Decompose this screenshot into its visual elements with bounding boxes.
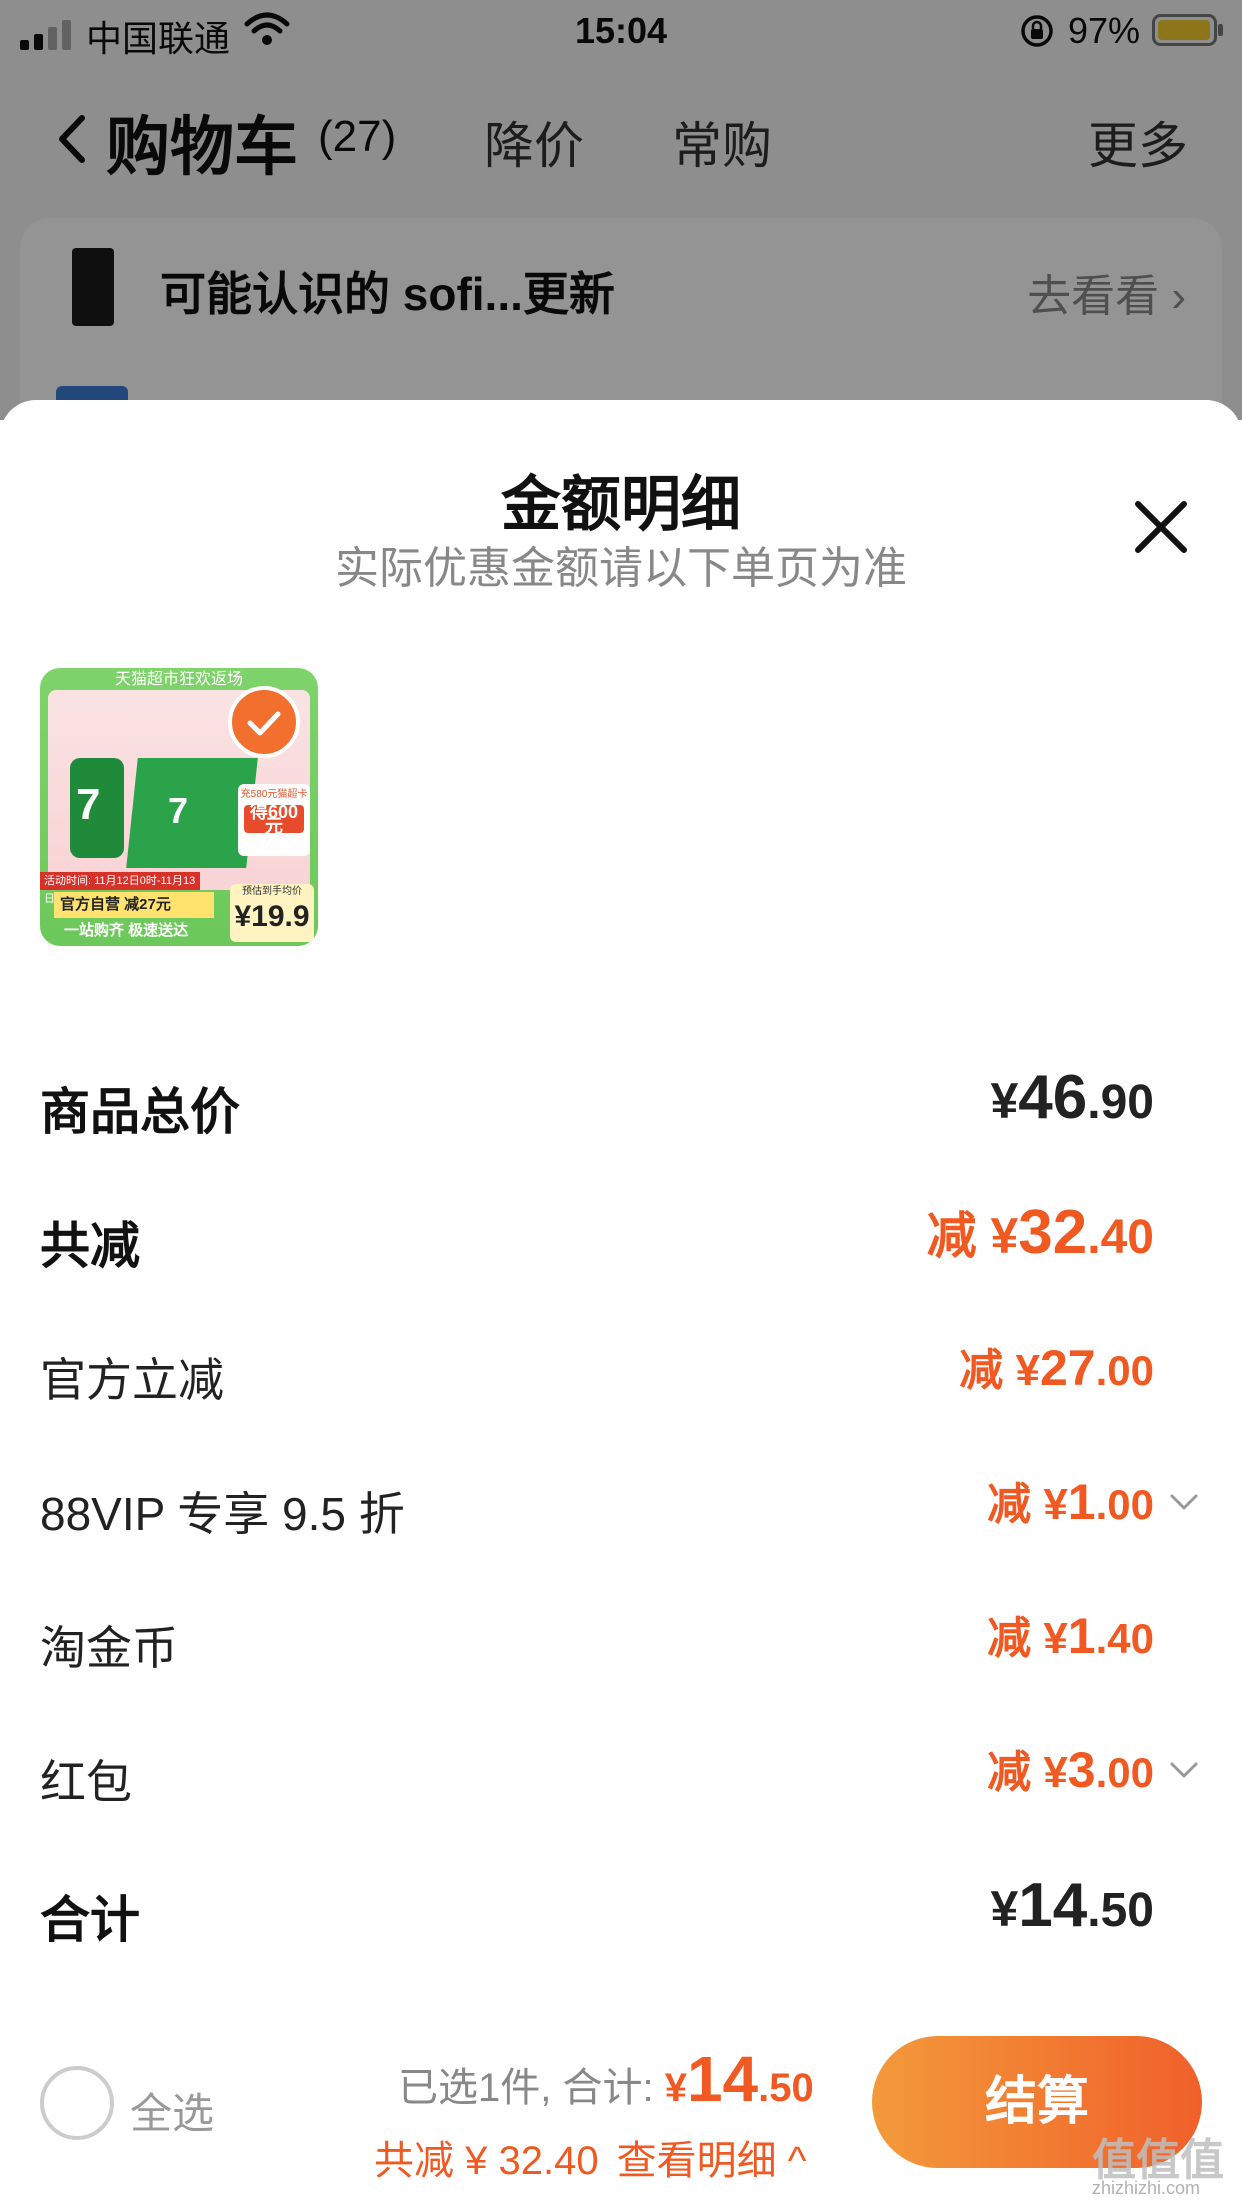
selection-summary-prefix: 已选1件, 合计: [398, 2066, 665, 2110]
product-image[interactable]: 天猫超市狂欢返场 7 7 充580元猫超卡 得600元 活动时间: 11月12日… [40, 668, 318, 946]
row-subtotal: 商品总价 ¥46.90 [40, 1062, 1202, 1142]
subtotal-value: ¥46.90 [990, 1063, 1154, 1132]
estimated-price-tag: 预估到手均价 ¥19.9 [230, 884, 314, 942]
amount-detail-sheet: 金额明细 实际优惠金额请以下单页为准 天猫超市狂欢返场 7 7 充580元猫超卡… [0, 400, 1242, 2208]
vip-discount-label: 88VIP 专享 9.5 折 [40, 1488, 405, 1540]
selection-summary: 已选1件, 合计: ¥14.50 [398, 2042, 814, 2116]
row-vip-discount[interactable]: 88VIP 专享 9.5 折 减 ¥1.00 [40, 1468, 1202, 1548]
chevron-down-icon[interactable] [1166, 1484, 1202, 1520]
checkout-footer: 全选 已选1件, 合计: ¥14.50 共减 ¥ 32.40 查看明细 ^ 结算 [0, 2020, 1242, 2208]
deal-label: 官方自营 减27元 [54, 892, 214, 918]
red-packet-label: 红包 [40, 1756, 132, 1808]
slogan-label: 一站购齐 极速送达 [64, 922, 189, 939]
gift-card-value: 得600元 [244, 803, 304, 835]
row-coins: 淘金币 减 ¥1.40 [40, 1602, 1202, 1682]
footer-total-minor: .50 [758, 2066, 814, 2110]
view-detail-link[interactable]: 查看明细 ^ [617, 2139, 807, 2183]
row-total-reduce: 共减 减 ¥32.40 [40, 1196, 1202, 1276]
selected-check[interactable] [228, 686, 300, 758]
check-icon [247, 711, 281, 736]
sheet-title: 金额明细 [501, 471, 741, 538]
total-reduce-label: 共减 [40, 1218, 140, 1274]
reduce-summary: 共减 ¥ 32.40 查看明细 ^ [374, 2128, 806, 2186]
reduce-summary-text: 共减 ¥ 32.40 [374, 2139, 599, 2183]
select-all-radio[interactable] [40, 2066, 114, 2140]
modal-overlay[interactable] [0, 0, 1242, 420]
sheet-subtitle: 实际优惠金额请以下单页为准 [335, 544, 907, 593]
close-icon[interactable] [1130, 496, 1192, 558]
official-discount-label: 官方立减 [40, 1354, 224, 1406]
event-time-strip: 活动时间: 11月12日0时-11月13日24时 [40, 872, 200, 905]
red-packet-value: 减 ¥3.00 [987, 1742, 1154, 1798]
row-official-discount: 官方立减 减 ¥27.00 [40, 1334, 1202, 1414]
gift-card-promo: 充580元猫超卡 得600元 [238, 784, 310, 856]
estimated-price-label: 预估到手均价 [242, 886, 302, 897]
coins-value: 减 ¥1.40 [987, 1608, 1154, 1664]
total-value: ¥14.50 [990, 1871, 1154, 1940]
gift-card-text: 充580元猫超卡 [240, 789, 308, 800]
official-discount-value: 减 ¥27.00 [959, 1340, 1154, 1396]
vip-discount-value: 减 ¥1.00 [987, 1474, 1154, 1530]
footer-total-major: 14 [686, 2043, 759, 2115]
watermark-url: zhizhizhi.com [1092, 2178, 1201, 2198]
estimated-price-value: ¥19.9 [234, 900, 310, 933]
total-label: 合计 [40, 1892, 140, 1948]
row-total: 合计 ¥14.50 [40, 1870, 1202, 1950]
footer-total-symbol: ¥ [664, 2066, 687, 2110]
can-logo: 7 [76, 780, 101, 829]
row-red-packet[interactable]: 红包 减 ¥3.00 [40, 1736, 1202, 1816]
subtotal-label: 商品总价 [40, 1084, 240, 1140]
select-all-label[interactable]: 全选 [130, 2080, 214, 2141]
total-reduce-value: 减 ¥32.40 [926, 1198, 1154, 1267]
coins-label: 淘金币 [40, 1622, 178, 1674]
chevron-down-icon[interactable] [1166, 1752, 1202, 1788]
box-logo: 7 [168, 790, 189, 831]
